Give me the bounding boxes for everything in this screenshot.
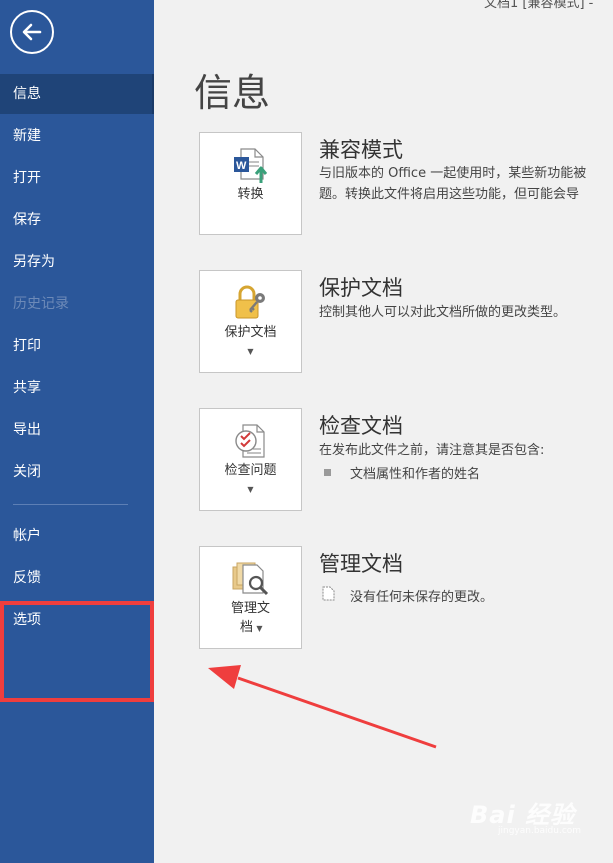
watermark-url: jingyan.baidu.com	[498, 826, 582, 836]
watermark-logo: Bai 经验	[470, 801, 576, 829]
annotation-arrow	[208, 665, 437, 749]
